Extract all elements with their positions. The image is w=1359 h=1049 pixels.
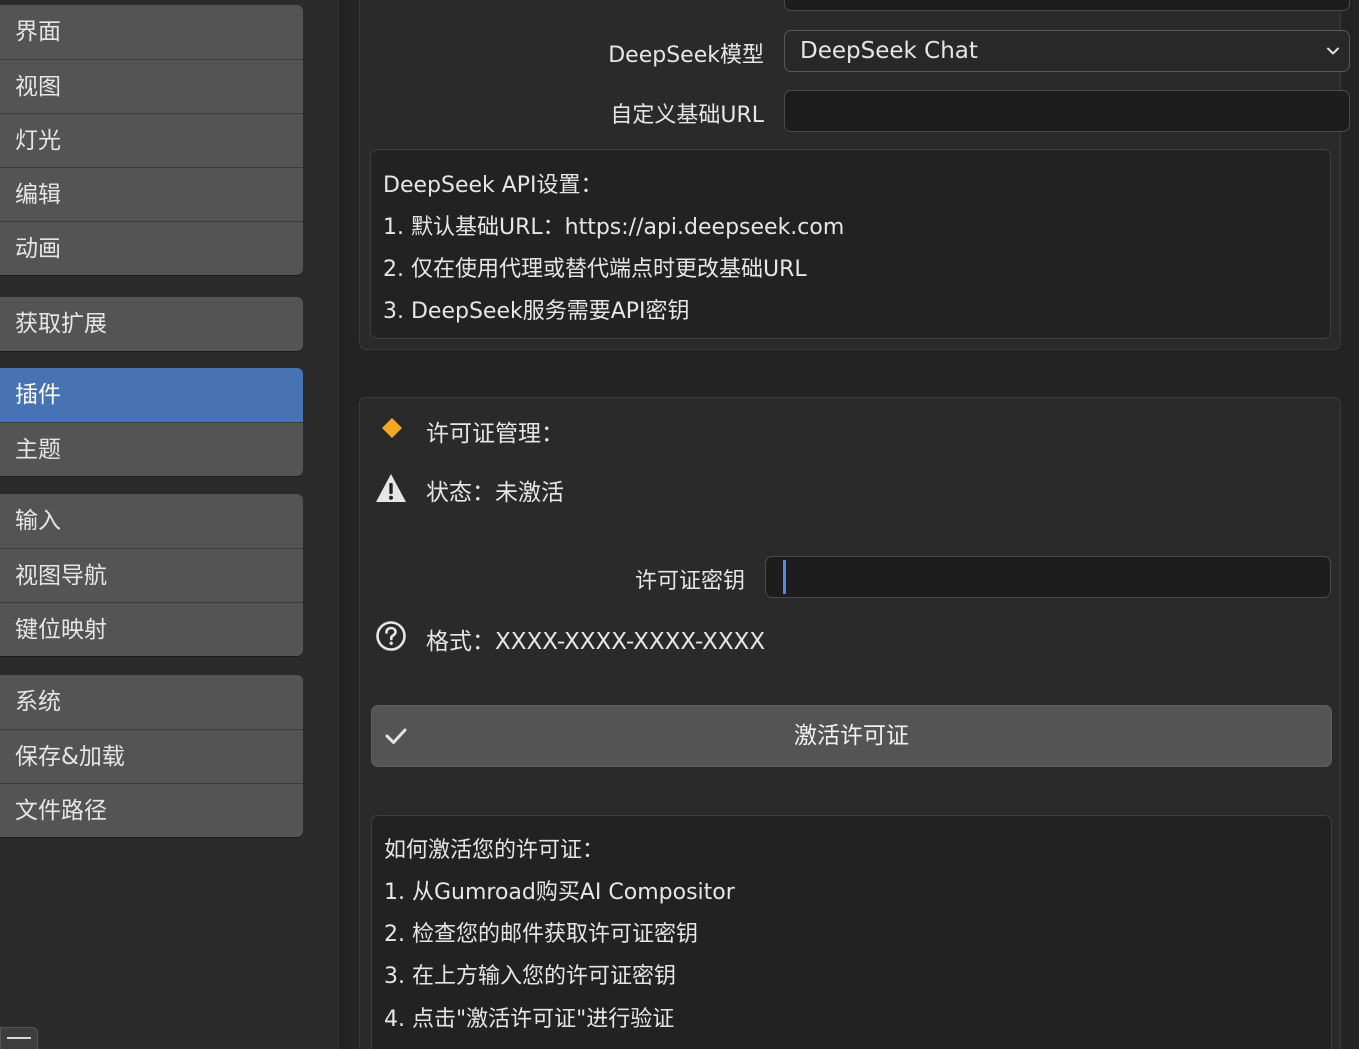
sidebar-item-file-paths[interactable]: 文件路径	[0, 783, 303, 837]
preferences-menu-button[interactable]	[0, 1027, 38, 1049]
addon-preferences-panel: DeepSeek模型 DeepSeek Chat 自定义基础URL DeepSe…	[341, 0, 1359, 1049]
deepseek-api-key-field[interactable]	[784, 0, 1350, 11]
nav-group-input: 输入 视图导航 键位映射	[0, 494, 303, 656]
nav-group-general: 界面 视图 灯光 编辑 动画	[0, 5, 303, 275]
question-icon	[376, 621, 406, 651]
deepseek-info-title: DeepSeek API设置：	[383, 173, 603, 198]
howto-line: 3. 在上方输入您的许可证密钥	[384, 964, 676, 989]
howto-line: 1. 从Gumroad购买AI Compositor	[384, 880, 735, 905]
preferences-sidebar: 界面 视图 灯光 编辑 动画 获取扩展 插件 主题 输入 视图导航 键位映射 系…	[0, 0, 341, 1049]
sidebar-item-input[interactable]: 输入	[0, 494, 303, 548]
custom-base-url-label: 自定义基础URL	[610, 103, 764, 128]
deepseek-info-line: 2. 仅在使用代理或替代端点时更改基础URL	[383, 257, 807, 282]
nav-group-system: 系统 保存&加载 文件路径	[0, 675, 303, 837]
sidebar-item-get-extensions[interactable]: 获取扩展	[0, 297, 303, 351]
license-key-label: 许可证密钥	[634, 569, 745, 594]
custom-base-url-input[interactable]	[784, 90, 1350, 132]
sidebar-item-editing[interactable]: 编辑	[0, 167, 303, 221]
text-cursor	[783, 560, 786, 594]
deepseek-model-label: DeepSeek模型	[608, 43, 764, 68]
license-format-hint: 格式：XXXX-XXXX-XXXX-XXXX	[426, 629, 766, 655]
license-header: 许可证管理：	[426, 421, 564, 447]
diamond-icon	[382, 418, 402, 438]
sidebar-item-animation[interactable]: 动画	[0, 221, 303, 275]
warning-icon	[376, 474, 406, 502]
activate-license-button[interactable]: 激活许可证	[371, 705, 1332, 767]
deepseek-info-line: 3. DeepSeek服务需要API密钥	[383, 299, 690, 324]
deepseek-info-line: 1. 默认基础URL：https://api.deepseek.com	[383, 215, 845, 240]
nav-group-extensions: 获取扩展	[0, 297, 303, 351]
deepseek-model-value: DeepSeek Chat	[800, 38, 978, 64]
license-status: 状态：未激活	[426, 480, 564, 506]
sidebar-item-lights[interactable]: 灯光	[0, 113, 303, 167]
sidebar-item-save-load[interactable]: 保存&加载	[0, 729, 303, 783]
license-key-input[interactable]	[765, 556, 1331, 598]
sidebar-item-interface[interactable]: 界面	[0, 5, 303, 59]
sidebar-item-navigation[interactable]: 视图导航	[0, 548, 303, 602]
sidebar-item-keymap[interactable]: 键位映射	[0, 602, 303, 656]
chevron-down-icon	[1327, 47, 1339, 55]
sidebar-item-addons[interactable]: 插件	[0, 368, 303, 422]
deepseek-settings-box: DeepSeek模型 DeepSeek Chat 自定义基础URL DeepSe…	[359, 0, 1350, 350]
preferences-window: 界面 视图 灯光 编辑 动画 获取扩展 插件 主题 输入 视图导航 键位映射 系…	[0, 0, 1359, 1049]
hamburger-menu-icon	[7, 1037, 31, 1039]
howto-title: 如何激活您的许可证：	[384, 838, 605, 863]
sidebar-item-themes[interactable]: 主题	[0, 422, 303, 476]
deepseek-info-box: DeepSeek API设置： 1. 默认基础URL：https://api.d…	[370, 149, 1331, 339]
license-howto-box: 如何激活您的许可证： 1. 从Gumroad购买AI Compositor 2.…	[371, 815, 1332, 1049]
howto-line: 2. 检查您的邮件获取许可证密钥	[384, 922, 698, 947]
sidebar-item-system[interactable]: 系统	[0, 675, 303, 729]
howto-line: 4. 点击"激活许可证"进行验证	[384, 1007, 675, 1032]
deepseek-model-select[interactable]: DeepSeek Chat	[784, 30, 1350, 72]
sidebar-item-viewport[interactable]: 视图	[0, 59, 303, 113]
activate-license-label: 激活许可证	[794, 723, 909, 749]
nav-group-addons: 插件 主题	[0, 368, 303, 476]
